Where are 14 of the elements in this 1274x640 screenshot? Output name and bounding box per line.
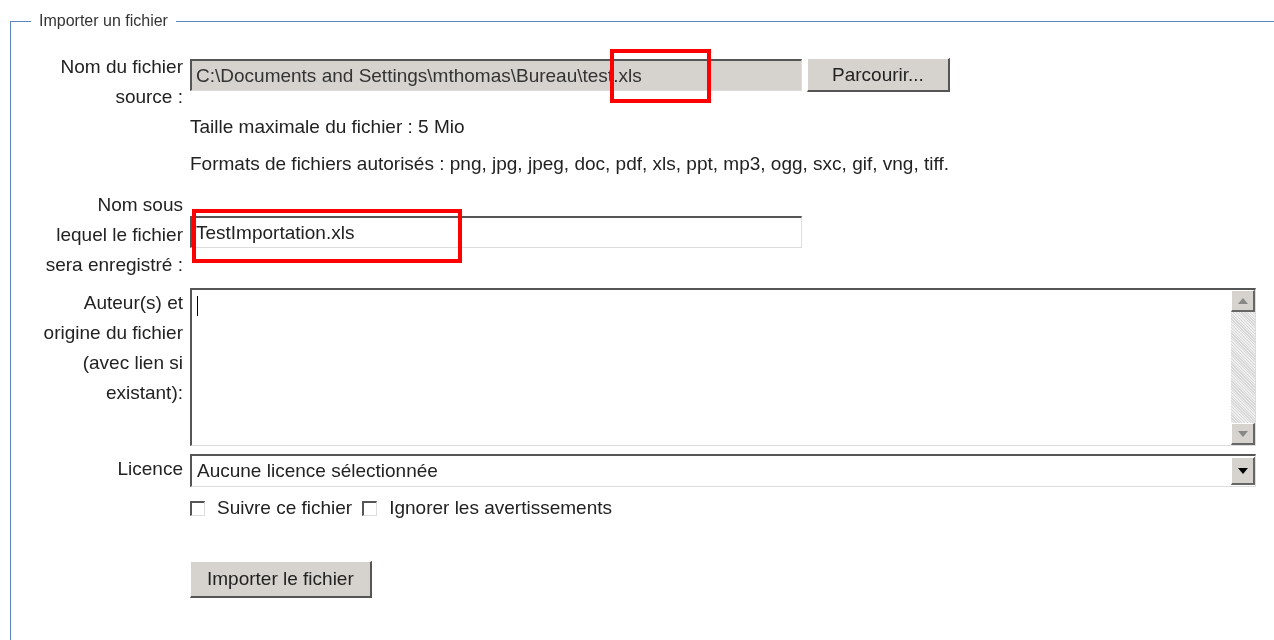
- field-label: Auteur(s) et origine du fichier (avec lien si existant):: [42, 291, 183, 405]
- file-name-field[interactable]: TestImportation.xls: [190, 216, 802, 248]
- field-label: Licence: [116, 457, 183, 481]
- checkbox-label[interactable]: Suivre ce fichier: [217, 497, 353, 519]
- info-text: Formats de fichiers autorisés : png, jpg, jpeg, doc, pdf, xls, ppt, mp3, ogg, sxc, gif, vng, tiff.: [190, 152, 950, 176]
- field-label: Nom du fichier source :: [59, 55, 183, 109]
- license-dropdown[interactable]: Aucune licence sélectionnée: [190, 454, 1256, 487]
- info-text: Taille maximale du fichier : 5 Mio: [190, 115, 466, 139]
- checkbox-label[interactable]: Ignorer les avertissements: [389, 497, 612, 519]
- dropdown-value: Aucune licence sélectionnée: [197, 460, 438, 482]
- browse-button[interactable]: Parcourir...: [807, 58, 950, 92]
- import-button[interactable]: Importer le fichier: [190, 561, 372, 598]
- fieldset-legend: Importer un fichier: [31, 12, 176, 30]
- field-label: Nom sous lequel le fichier sera enregistré :: [44, 193, 183, 277]
